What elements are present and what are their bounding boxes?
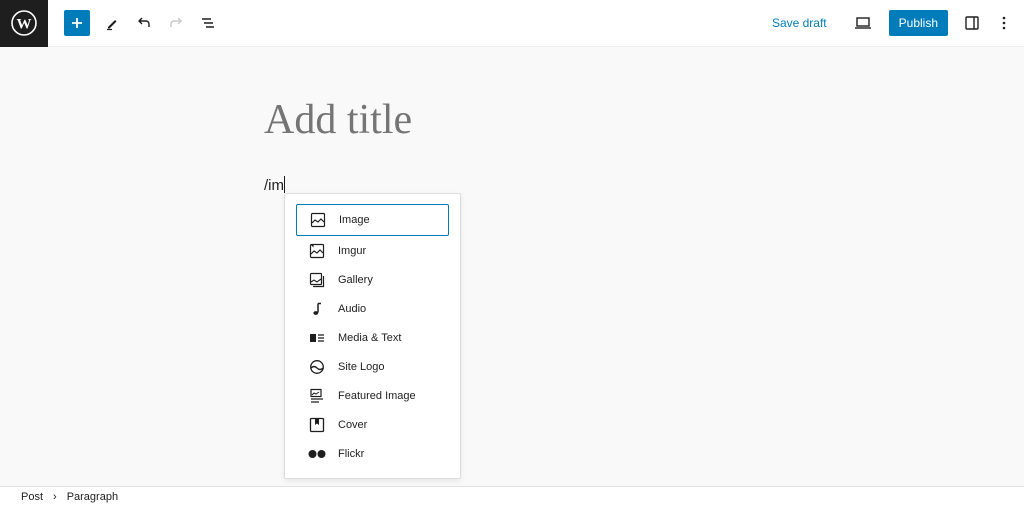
publish-button[interactable]: Publish <box>888 10 948 36</box>
inserter-item-label: Media & Text <box>338 331 402 344</box>
save-draft-button[interactable]: Save draft <box>772 16 827 30</box>
header-actions: Save draft Publish <box>772 7 1024 39</box>
inserter-item-site-logo[interactable]: Site Logo <box>296 352 449 381</box>
laptop-icon <box>854 17 871 29</box>
tools-button[interactable] <box>96 7 128 39</box>
undo-icon <box>138 17 150 27</box>
inserter-item-gallery[interactable]: Gallery <box>296 265 449 294</box>
options-button[interactable] <box>988 7 1020 39</box>
inserter-item-label: Site Logo <box>338 360 385 373</box>
image-icon <box>309 211 327 229</box>
pencil-icon <box>107 20 117 31</box>
gallery-icon <box>308 271 326 289</box>
media-text-icon <box>308 329 326 347</box>
plus-icon <box>72 18 82 28</box>
cover-icon <box>308 416 326 434</box>
inserter-item-label: Gallery <box>338 273 373 286</box>
wordpress-icon: W <box>11 10 37 36</box>
post-title-input[interactable]: Add title <box>264 96 412 144</box>
inserter-item-featured-image[interactable]: Featured Image <box>296 381 449 410</box>
settings-button[interactable] <box>956 7 988 39</box>
editor-header: W Save draft Publish <box>0 0 1024 47</box>
breadcrumb-post[interactable]: Post <box>21 491 43 503</box>
inserter-item-image[interactable]: Image <box>296 204 449 236</box>
inserter-item-label: Featured Image <box>338 389 416 402</box>
more-vertical-icon <box>1002 16 1006 30</box>
inserter-item-label: Image <box>339 214 370 226</box>
preview-button[interactable] <box>847 7 879 39</box>
block-autocomplete-popover: Image Imgur Gallery Audio Media & Text S… <box>284 193 461 479</box>
inserter-item-flickr[interactable]: Flickr <box>296 439 449 468</box>
breadcrumb-paragraph[interactable]: Paragraph <box>67 491 118 503</box>
wordpress-logo-button[interactable]: W <box>0 0 48 47</box>
inserter-item-cover[interactable]: Cover <box>296 410 449 439</box>
sidebar-icon <box>965 16 979 30</box>
undo-button[interactable] <box>128 7 160 39</box>
site-logo-icon <box>308 358 326 376</box>
paragraph-block[interactable]: /im <box>264 176 285 194</box>
inserter-item-label: Cover <box>338 418 368 431</box>
svg-text:W: W <box>17 17 32 33</box>
paragraph-text: /im <box>264 177 284 194</box>
inserter-item-label: Flickr <box>338 447 365 460</box>
inserter-item-label: Audio <box>338 302 367 315</box>
list-view-icon <box>202 18 214 28</box>
imgur-icon <box>308 242 326 260</box>
block-breadcrumb: Post › Paragraph <box>0 486 1024 506</box>
flickr-icon <box>308 445 326 463</box>
featured-image-icon <box>308 387 326 405</box>
audio-icon <box>308 300 326 318</box>
inserter-item-label: Imgur <box>338 244 367 257</box>
inserter-item-audio[interactable]: Audio <box>296 294 449 323</box>
add-block-button[interactable] <box>64 10 90 36</box>
inserter-item-imgur[interactable]: Imgur <box>296 236 449 265</box>
document-overview-button[interactable] <box>192 7 224 39</box>
chevron-right-icon: › <box>53 490 57 503</box>
text-caret <box>284 176 285 193</box>
toolbar <box>64 7 224 39</box>
redo-button[interactable] <box>160 7 192 39</box>
redo-icon <box>170 17 182 27</box>
inserter-item-media-text[interactable]: Media & Text <box>296 323 449 352</box>
